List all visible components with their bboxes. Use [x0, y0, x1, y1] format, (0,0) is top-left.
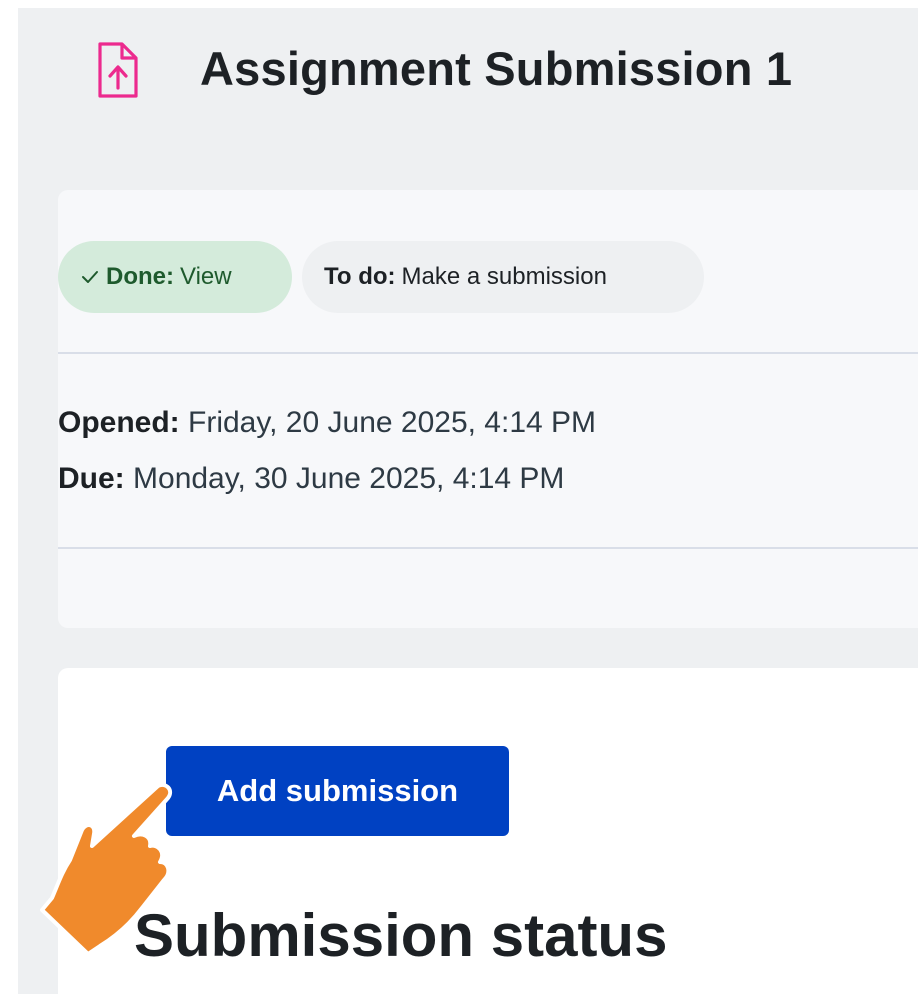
done-text: View [180, 263, 232, 290]
submission-status-heading: Submission status [134, 902, 668, 969]
todo-label: To do: [324, 263, 396, 290]
due-value: Monday, 30 June 2025, 4:14 PM [133, 462, 565, 495]
add-submission-button[interactable]: Add submission [166, 746, 509, 836]
divider [58, 352, 918, 354]
page-title: Assignment Submission 1 [200, 42, 793, 95]
done-label: Done: [106, 263, 174, 290]
divider [58, 547, 918, 549]
opened-label: Opened: [58, 406, 180, 439]
file-upload-icon [98, 42, 138, 98]
pointing-hand-icon [40, 783, 173, 956]
completion-done-badge: Done: View [58, 241, 292, 313]
todo-text: Make a submission [401, 263, 607, 290]
checkmark-icon [82, 271, 98, 283]
opened-date: Opened: Friday, 20 June 2025, 4:14 PM [58, 406, 596, 440]
completion-todo-badge: To do: Make a submission [302, 241, 704, 313]
opened-value: Friday, 20 June 2025, 4:14 PM [188, 406, 597, 439]
due-label: Due: [58, 462, 125, 495]
due-date: Due: Monday, 30 June 2025, 4:14 PM [58, 462, 564, 496]
